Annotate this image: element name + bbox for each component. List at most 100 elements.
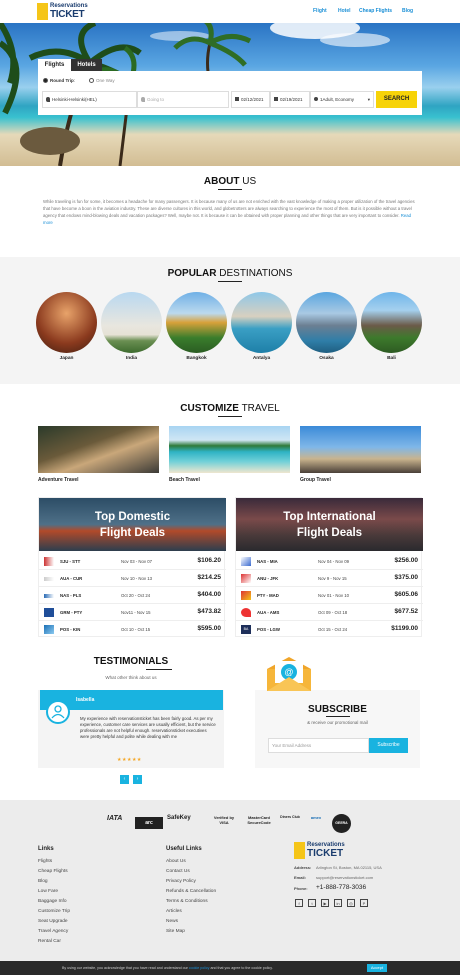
deal-row[interactable]: PTY - MAD Nov 01 - Nov 10 $605.06 [236, 587, 423, 604]
footer-link[interactable]: Rental Car [38, 939, 61, 944]
deal-title: Top International [283, 511, 376, 523]
return-date-field[interactable]: 02/19/2021 [270, 91, 310, 108]
footer-link[interactable]: Low Fare [38, 889, 58, 894]
next-arrow-button[interactable]: › [133, 775, 142, 784]
deal-row[interactable]: POS - KIN Oct 10 - Oct 15 $595.00 [39, 621, 226, 638]
accept-cookies-button[interactable]: Accept [367, 964, 387, 972]
footer-link[interactable]: Refunds & Cancellation [166, 889, 216, 894]
footer-link[interactable]: Flights [38, 859, 52, 864]
destination-label[interactable]: Bangkok [166, 356, 227, 361]
footer-link[interactable]: Articles [166, 909, 182, 914]
footer-link[interactable]: Baggage Info [38, 899, 67, 904]
deal-row[interactable]: BA POS - LGW Oct 15 - Oct 24 $1199.00 [236, 621, 423, 638]
deal-row[interactable]: AUA - CUR Nov 10 - Nov 13 $214.25 [39, 570, 226, 587]
footer-link[interactable]: Contact Us [166, 869, 190, 874]
email-value[interactable]: support@reservationsticket.com [316, 875, 373, 880]
logo[interactable]: Reservations TICKET [37, 3, 95, 20]
adventure-travel-image[interactable] [38, 426, 159, 473]
footer-logo[interactable]: Reservations TICKET [294, 842, 352, 859]
instagram-icon[interactable]: ◎ [347, 899, 355, 907]
subscribe-subtitle: & receive our promotional mail [307, 720, 368, 725]
beach-travel-image[interactable] [169, 426, 290, 473]
user-icon [51, 705, 65, 719]
calendar-icon [235, 97, 239, 101]
youtube-icon[interactable]: ▶ [321, 899, 329, 907]
deal-row[interactable]: ANU - JFK Nov 9 - Nov 15 $375.00 [236, 570, 423, 587]
airline-logo-icon [44, 577, 54, 581]
airline-logo-icon [44, 625, 54, 634]
to-field[interactable]: Going to [137, 91, 229, 108]
travel-type-label[interactable]: Adventure Travel [38, 477, 79, 483]
amex-badge: amex [310, 815, 322, 820]
round-trip-radio[interactable]: Round Trip: [43, 78, 75, 84]
destination-label[interactable]: Japan [36, 356, 97, 361]
deal-row[interactable]: AUA - AMS Oct 09 - Oct 18 $677.52 [236, 604, 423, 621]
search-form: Round Trip: One Way Helsinki-Helsinki(HE… [38, 71, 422, 115]
deal-row[interactable]: NAS - MIA Nov 04 - Nov 09 $256.00 [236, 553, 423, 570]
airline-logo-icon [44, 557, 54, 566]
travellers-select[interactable]: 1Adult, Economy ▾ [310, 91, 374, 108]
tab-hotels[interactable]: Hotels [71, 59, 102, 71]
nav-cheap-flights[interactable]: Cheap Flights [359, 8, 392, 14]
destination-india-image[interactable] [101, 292, 162, 353]
destination-osaka-image[interactable] [296, 292, 357, 353]
prev-arrow-button[interactable]: ‹ [120, 775, 129, 784]
tab-flights[interactable]: Flights [38, 59, 71, 71]
destination-bali-image[interactable] [361, 292, 422, 353]
depart-date-field[interactable]: 02/12/2021 [231, 91, 270, 108]
one-way-radio[interactable]: One Way [89, 78, 115, 84]
linkedin-icon[interactable]: in [334, 899, 342, 907]
footer-link[interactable]: Travel Agency [38, 929, 68, 934]
address-value: Arlington St, Boston, MA 02115, USA [316, 865, 382, 870]
links-heading: Links [38, 846, 54, 852]
phone-value[interactable]: +1-888-778-3036 [316, 884, 366, 891]
footer-link[interactable]: Site Map [166, 929, 185, 934]
facebook-icon[interactable]: f [295, 899, 303, 907]
footer-link[interactable]: About Us [166, 859, 186, 864]
verified-visa-badge: Verified by VISA [213, 815, 235, 825]
nav-hotel[interactable]: Hotel [338, 8, 351, 14]
cookie-policy-link[interactable]: cookie policy [189, 966, 210, 970]
title-divider [218, 281, 242, 282]
subscribe-button[interactable]: Subscribe [369, 738, 408, 753]
footer-link[interactable]: News [166, 919, 178, 924]
deal-row[interactable]: SJU - STT Nov 03 - Nov 07 $106.20 [39, 553, 226, 570]
destination-japan-image[interactable] [36, 292, 97, 353]
destination-label[interactable]: Antalya [231, 356, 292, 361]
title-divider [326, 716, 350, 717]
travel-type-label[interactable]: Group Travel [300, 477, 331, 483]
nav-blog[interactable]: Blog [402, 8, 413, 14]
footer-link[interactable]: Cheap Flights [38, 869, 68, 874]
testimonial-quote: My experience with reservationsticket ha… [80, 716, 216, 739]
footer-link[interactable]: Seat Upgrade [38, 919, 68, 924]
footer-link[interactable]: Customize Trip [38, 909, 70, 914]
travel-type-label[interactable]: Beach Travel [169, 477, 200, 483]
footer [0, 800, 460, 975]
footer-link[interactable]: Terms & Conditions [166, 899, 208, 904]
destination-bangkok-image[interactable] [166, 292, 227, 353]
pinterest-icon[interactable]: P [360, 899, 368, 907]
destination-label[interactable]: Osaka [296, 356, 357, 361]
destination-label[interactable]: Bali [361, 356, 422, 361]
twitter-icon[interactable]: t [308, 899, 316, 907]
domestic-banner-image: Top Domestic Flight Deals [39, 498, 226, 551]
deal-row[interactable]: NAS - PLS Oct 20 - Oct 24 $404.00 [39, 587, 226, 604]
footer-link[interactable]: Privacy Policy [166, 879, 196, 884]
nav-flight[interactable]: Flight [313, 8, 327, 14]
iata-badge: IATA [107, 815, 123, 822]
footer-link[interactable]: Blog [38, 879, 48, 884]
airline-logo-icon [241, 608, 251, 617]
search-button[interactable]: SEARCH [376, 91, 417, 108]
group-travel-image[interactable] [300, 426, 421, 473]
from-field[interactable]: Helsinki-Helsinki(HEL) [42, 91, 137, 108]
airline-logo-icon [44, 608, 54, 617]
destination-antalya-image[interactable] [231, 292, 292, 353]
deal-row[interactable]: GRM - PTY Nov11 - Nov 15 $473.82 [39, 604, 226, 621]
destination-label[interactable]: India [101, 356, 162, 361]
title-divider [218, 416, 242, 417]
airline-logo-icon [241, 574, 251, 583]
safekey-badge: SafeKey [167, 815, 191, 821]
email-input[interactable]: Your Email Address [268, 738, 369, 753]
arc-badge: arc [135, 817, 163, 829]
address-label: Address: [294, 865, 312, 870]
